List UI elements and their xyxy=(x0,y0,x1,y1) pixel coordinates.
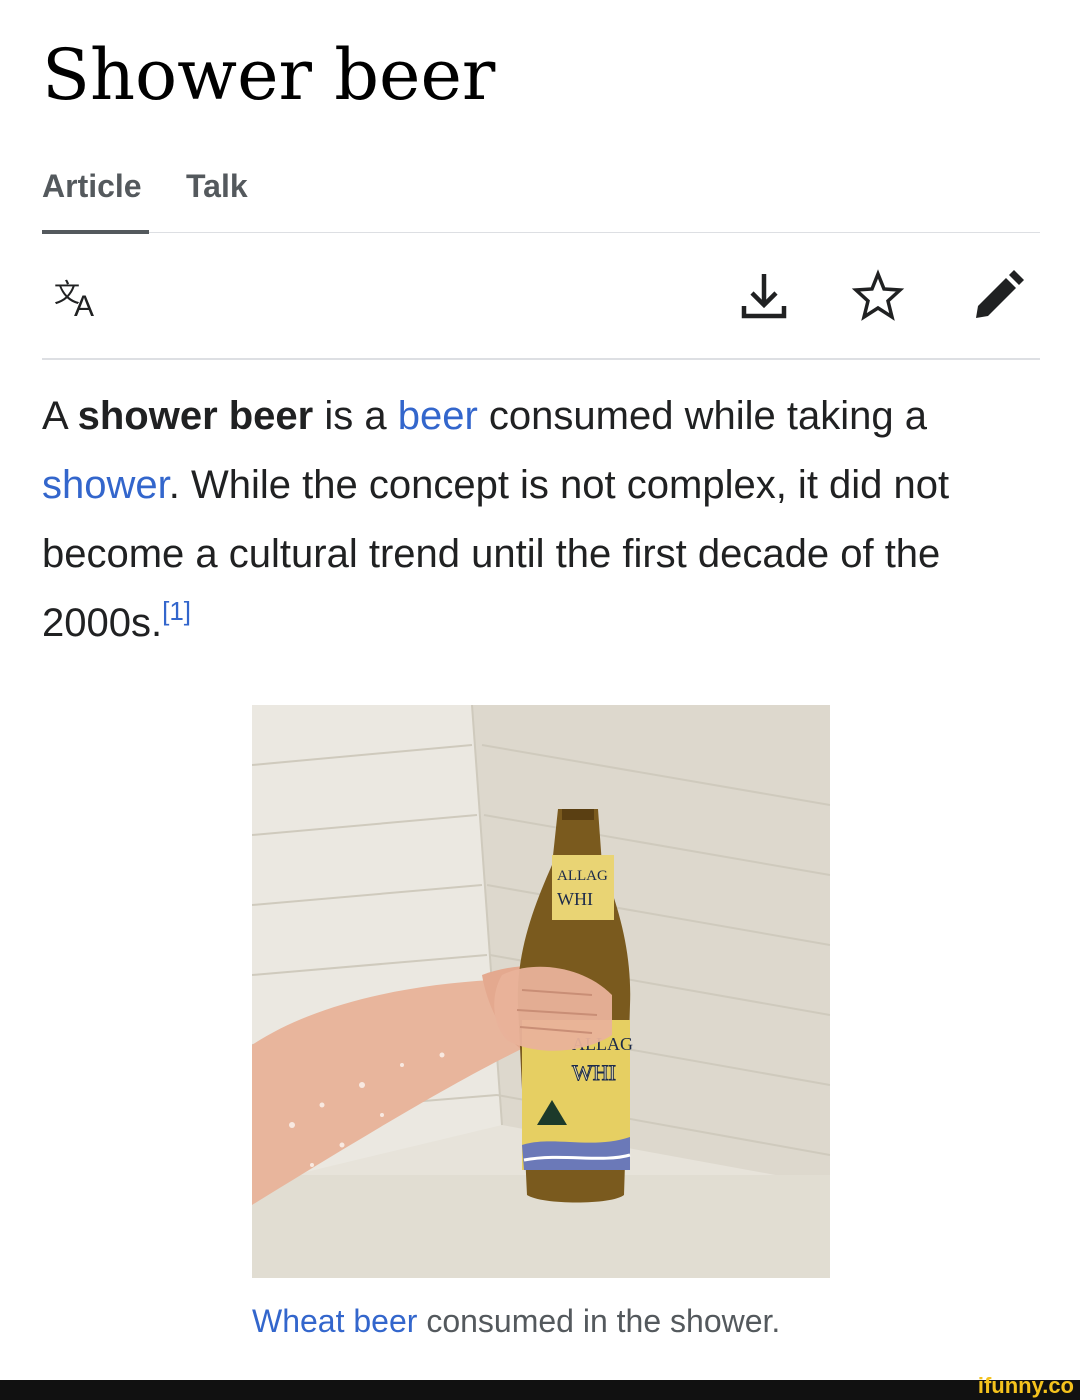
watermark-bar: ifunny.co xyxy=(0,1374,1080,1400)
link-shower[interactable]: shower xyxy=(42,463,169,507)
star-icon[interactable] xyxy=(850,268,906,324)
link-beer[interactable]: beer xyxy=(398,394,478,438)
ifunny-watermark: ifunny.co xyxy=(977,1373,1074,1398)
figure-caption: Wheat beer consumed in the shower. xyxy=(252,1300,852,1342)
article-tabs: Article Talk xyxy=(42,160,1040,234)
bottle-label-text: ALLAG xyxy=(557,868,608,884)
link-wheat-beer[interactable]: Wheat beer xyxy=(252,1303,417,1339)
translate-icon[interactable]: 文 A xyxy=(50,268,106,324)
tab-talk[interactable]: Talk xyxy=(186,166,248,206)
bottle-label-text: WHI xyxy=(557,889,593,909)
lead-paragraph: A shower beer is a beer consumed while t… xyxy=(42,382,1040,658)
wikipedia-article-page: Shower beer Article Talk 文 A A shower be… xyxy=(0,0,1080,1400)
lead-text: is a xyxy=(313,394,398,438)
page-actions-toolbar: 文 A xyxy=(42,232,1040,360)
page-title: Shower beer xyxy=(42,34,496,116)
reference-link[interactable]: [1] xyxy=(162,596,191,626)
download-icon[interactable] xyxy=(736,268,792,324)
lead-text: A xyxy=(42,394,78,438)
lead-text: consumed while taking a xyxy=(477,394,927,438)
svg-text:A: A xyxy=(74,290,94,323)
caption-text: consumed in the shower. xyxy=(417,1303,781,1339)
article-figure-image[interactable]: ALLAG WHI ALLAG WHI xyxy=(252,705,830,1278)
edit-pencil-icon[interactable] xyxy=(970,268,1026,324)
bottle-label-text: WHI xyxy=(572,1060,616,1085)
lead-bold-term: shower beer xyxy=(77,394,314,438)
tab-article[interactable]: Article xyxy=(42,166,142,206)
